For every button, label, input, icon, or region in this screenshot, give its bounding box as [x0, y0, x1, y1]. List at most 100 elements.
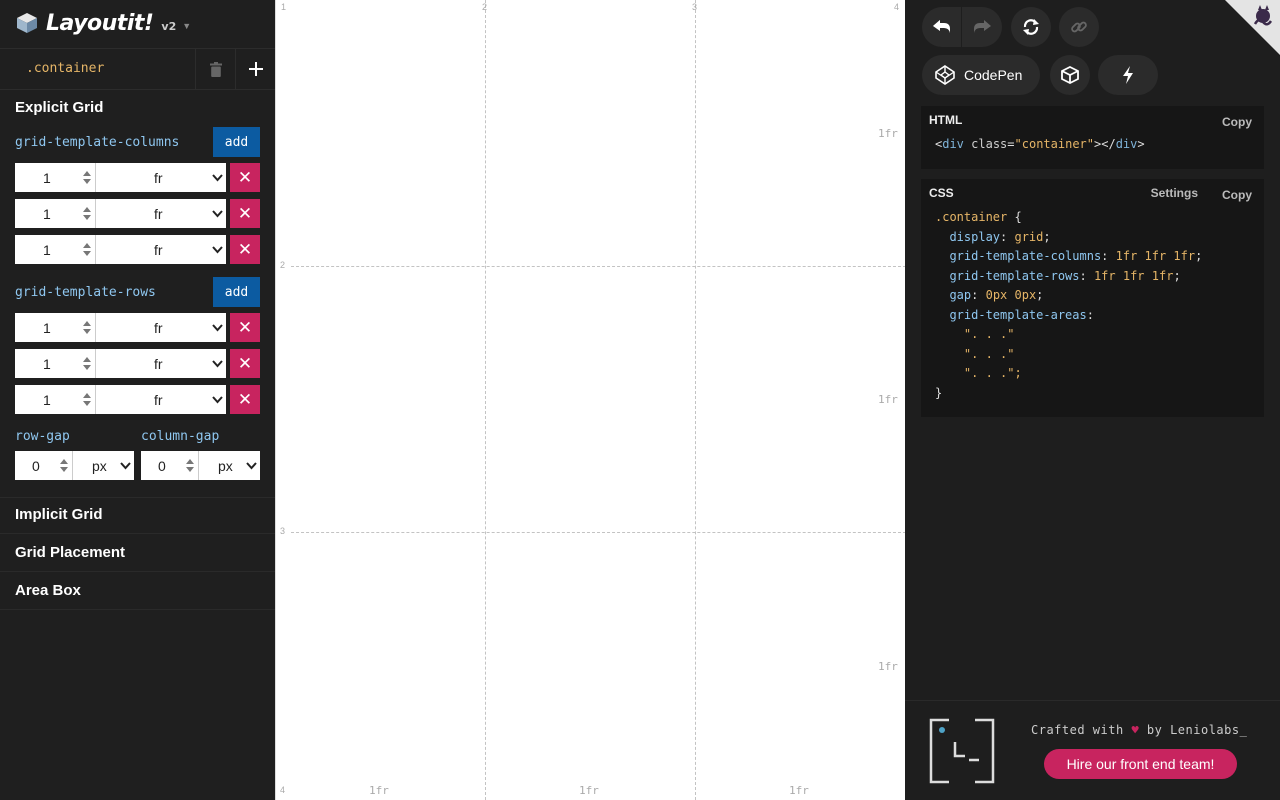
column-line[interactable]: [485, 0, 486, 800]
share-link-button[interactable]: [1059, 7, 1099, 47]
column-track-value-input[interactable]: 1: [15, 163, 95, 192]
add-row-button[interactable]: add: [213, 277, 260, 307]
delete-container-button[interactable]: [195, 49, 235, 89]
spinner-icon[interactable]: [186, 458, 194, 473]
html-panel-title: HTML: [929, 113, 963, 127]
css-panel: CSS Settings Copy .container { display: …: [921, 179, 1264, 417]
row-gap-unit-select[interactable]: px: [72, 451, 134, 480]
column-gap-input[interactable]: 0: [141, 451, 198, 480]
copy-html-button[interactable]: Copy: [1222, 115, 1252, 129]
grid-canvas[interactable]: 1 2 3 4 2 3 4 1fr 1fr 1fr 1fr 1fr 1fr: [275, 0, 906, 800]
row-gap-label: row-gap: [15, 429, 70, 444]
css-code[interactable]: .container { display: grid; grid-templat…: [935, 208, 1202, 403]
row-track-unit-select[interactable]: fr: [95, 313, 226, 342]
spinner-icon[interactable]: [83, 242, 91, 257]
column-gap-label: column-gap: [141, 429, 220, 444]
redo-icon: [974, 20, 991, 33]
close-icon: ✕: [237, 389, 253, 409]
remove-column-button[interactable]: ✕: [230, 199, 260, 228]
column-track-size: 1fr: [579, 784, 599, 797]
row-track-size: 1fr: [878, 127, 898, 140]
codepen-label: CodePen: [964, 67, 1023, 83]
heart-icon: ♥: [1131, 723, 1140, 737]
css-panel-title: CSS: [929, 186, 954, 200]
app-version: v2: [161, 19, 177, 33]
close-icon: ✕: [237, 353, 253, 373]
divider: [0, 571, 275, 572]
row-track-value-input[interactable]: 1: [15, 349, 95, 378]
row-track-value-input[interactable]: 1: [15, 385, 95, 414]
row-track-size: 1fr: [878, 393, 898, 406]
spinner-icon[interactable]: [83, 320, 91, 335]
html-panel: HTML Copy <div class="container"></div>: [921, 106, 1264, 169]
row-line-number: 3: [280, 526, 286, 536]
row-line[interactable]: [291, 532, 906, 533]
chevron-down-icon: [246, 462, 257, 470]
container-selector-row: .container: [0, 48, 275, 90]
redo-button[interactable]: [962, 7, 1002, 47]
spinner-icon[interactable]: [60, 458, 68, 473]
spinner-icon[interactable]: [83, 392, 91, 407]
spinner-icon[interactable]: [83, 206, 91, 221]
export-button[interactable]: [1098, 55, 1158, 95]
hire-team-button[interactable]: Hire our front end team!: [1044, 749, 1237, 779]
column-line-number: 4: [894, 2, 900, 12]
grid-placement-section[interactable]: Grid Placement: [15, 544, 125, 561]
chevron-down-icon: [212, 396, 223, 404]
column-track-size: 1fr: [789, 784, 809, 797]
leniolabs-logo-icon[interactable]: [929, 718, 995, 784]
spinner-icon[interactable]: [83, 170, 91, 185]
codepen-button[interactable]: CodePen: [922, 55, 1040, 95]
undo-icon: [932, 20, 950, 33]
column-line-number: 2: [482, 2, 488, 12]
github-corner[interactable]: [1225, 0, 1280, 55]
divider: [0, 533, 275, 534]
codepen-icon: [935, 65, 955, 85]
close-icon: ✕: [237, 317, 253, 337]
app-name: Layoutit!: [46, 10, 154, 36]
spinner-icon[interactable]: [83, 356, 91, 371]
remove-column-button[interactable]: ✕: [230, 235, 260, 264]
row-track-unit-select[interactable]: fr: [95, 385, 226, 414]
close-icon: ✕: [237, 167, 253, 187]
row-track-value-input[interactable]: 1: [15, 313, 95, 342]
css-settings-button[interactable]: Settings: [1151, 186, 1198, 200]
chevron-down-icon: [212, 246, 223, 254]
grid-template-columns-label: grid-template-columns: [15, 135, 180, 150]
row-track-unit-select[interactable]: fr: [95, 349, 226, 378]
chevron-down-icon: [212, 324, 223, 332]
chevron-down-icon: [212, 360, 223, 368]
area-box-section[interactable]: Area Box: [15, 582, 81, 599]
row-gap-input[interactable]: 0: [15, 451, 72, 480]
codesandbox-button[interactable]: [1050, 55, 1090, 95]
chevron-down-icon[interactable]: ▼: [182, 21, 191, 31]
implicit-grid-section[interactable]: Implicit Grid: [15, 506, 103, 523]
column-track-unit-select[interactable]: fr: [95, 235, 226, 264]
column-track-value-input[interactable]: 1: [15, 235, 95, 264]
container-selector[interactable]: .container: [26, 61, 104, 76]
remove-row-button[interactable]: ✕: [230, 313, 260, 342]
remove-row-button[interactable]: ✕: [230, 349, 260, 378]
row-track-row: 1 fr ✕: [15, 349, 260, 378]
add-column-button[interactable]: add: [213, 127, 260, 157]
html-code[interactable]: <div class="container"></div>: [935, 135, 1145, 155]
add-container-button[interactable]: [235, 49, 275, 89]
chevron-down-icon: [212, 210, 223, 218]
undo-button[interactable]: [922, 7, 962, 47]
column-track-unit-select[interactable]: fr: [95, 199, 226, 228]
output-panel: CodePen HTML Copy <div class="container"…: [905, 0, 1280, 800]
brand[interactable]: Layoutit! v2 ▼: [15, 8, 191, 38]
explicit-grid-title[interactable]: Explicit Grid: [15, 99, 103, 116]
crafted-by-text: Crafted with ♥ by Leniolabs_: [1031, 723, 1248, 737]
chevron-down-icon: [212, 174, 223, 182]
remove-column-button[interactable]: ✕: [230, 163, 260, 192]
column-gap-unit-select[interactable]: px: [198, 451, 260, 480]
column-track-row: 1 fr ✕: [15, 235, 260, 264]
column-track-value-input[interactable]: 1: [15, 199, 95, 228]
remove-row-button[interactable]: ✕: [230, 385, 260, 414]
column-line[interactable]: [695, 0, 696, 800]
row-line[interactable]: [291, 266, 906, 267]
reset-button[interactable]: [1011, 7, 1051, 47]
copy-css-button[interactable]: Copy: [1222, 188, 1252, 202]
column-track-unit-select[interactable]: fr: [95, 163, 226, 192]
